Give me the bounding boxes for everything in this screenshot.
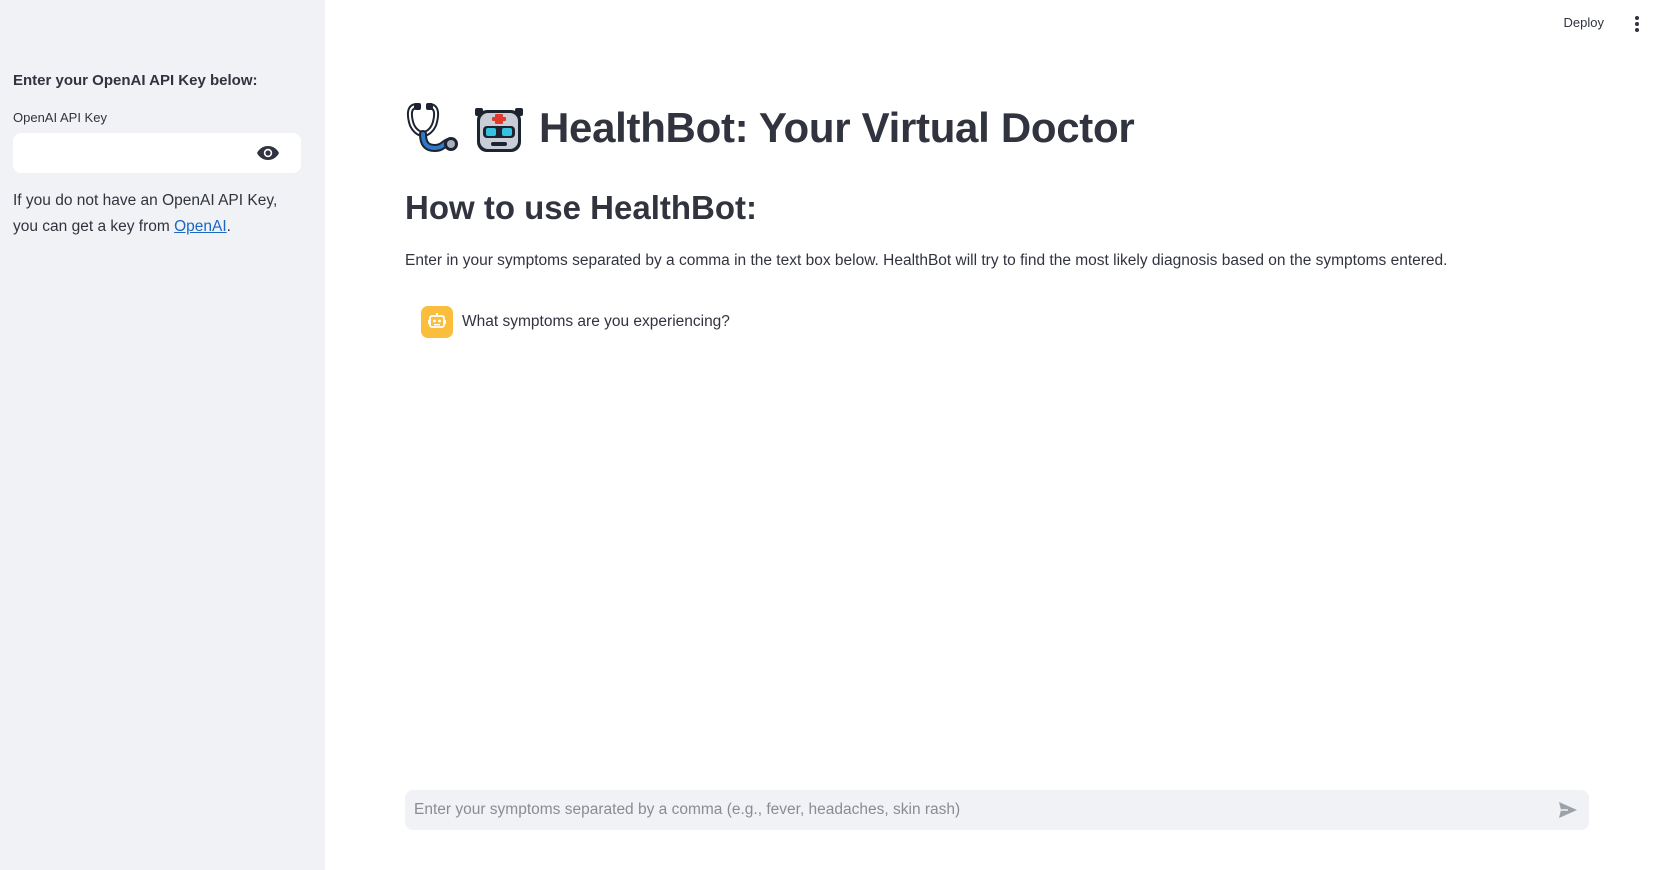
bot-avatar-icon [421,306,453,338]
page-title-row: HealthBot: Your Virtual Doctor [405,100,1135,156]
robot-avatar-glyph-icon [428,313,446,328]
openai-link[interactable]: OpenAI [174,218,227,235]
how-to-heading: How to use HealthBot: [405,189,757,226]
page-title: HealthBot: Your Virtual Doctor [539,104,1135,151]
stethoscope-icon [406,103,458,153]
app-header: Deploy [325,0,1660,48]
chat-input[interactable] [414,790,1557,830]
instructions-text: Enter in your symptoms separated by a co… [405,252,1448,269]
help-text-prefix: If you do not have an OpenAI API Key, yo… [13,192,278,235]
deploy-button[interactable]: Deploy [1564,15,1604,30]
api-key-help-text: If you do not have an OpenAI API Key, yo… [13,188,301,240]
assistant-message-text: What symptoms are you experiencing? [462,313,730,330]
sidebar: Enter your OpenAI API Key below: OpenAI … [0,0,325,870]
chat-input-container[interactable] [405,790,1589,830]
more-menu-icon[interactable] [1634,16,1640,32]
help-text-suffix: . [226,218,231,235]
send-icon[interactable] [1557,799,1579,821]
api-key-input[interactable] [13,133,257,173]
api-key-label: OpenAI API Key [13,110,107,125]
api-key-field[interactable] [13,133,301,173]
sidebar-heading: Enter your OpenAI API Key below: [13,72,258,89]
eye-icon[interactable] [257,146,279,160]
robot-icon [475,108,523,152]
assistant-message: What symptoms are you experiencing? [421,306,730,338]
